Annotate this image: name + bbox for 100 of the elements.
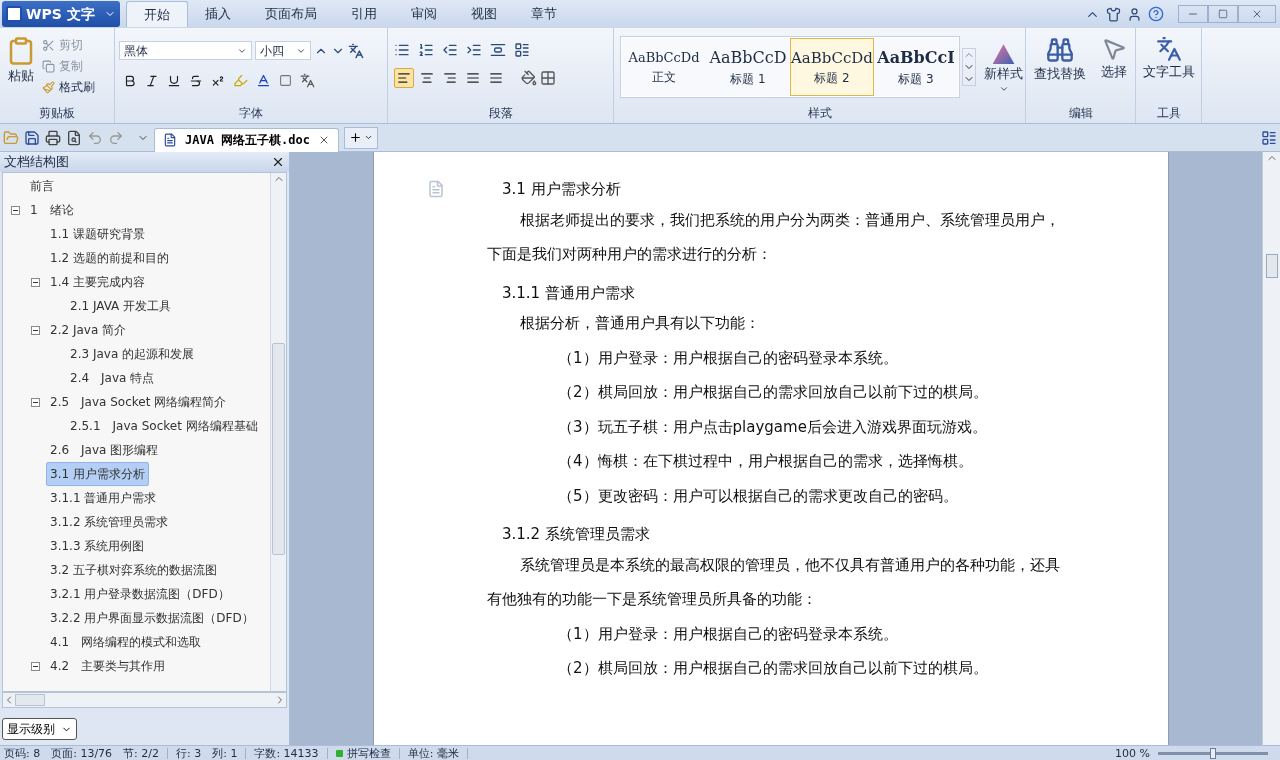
collapse-icon[interactable]: [31, 661, 40, 671]
outline-item[interactable]: 2.2 Java 简介: [46, 318, 131, 342]
document-tab[interactable]: JAVA 网络五子棋.doc: [154, 127, 340, 152]
align-button[interactable]: [394, 68, 414, 88]
style-item[interactable]: AaBbCcI 标题 3: [874, 38, 958, 96]
align-icon: [489, 71, 503, 85]
print-icon[interactable]: [45, 129, 61, 146]
strikethrough-icon[interactable]: [189, 73, 203, 88]
find-replace-button[interactable]: 查找替换: [1033, 36, 1086, 84]
numbered-list-icon[interactable]: [418, 42, 434, 58]
document-scrollbar[interactable]: [1262, 152, 1280, 745]
format-painter-button[interactable]: 格式刷: [42, 78, 95, 96]
outline-item[interactable]: 1.4 主要完成内容: [46, 270, 149, 294]
outline-item[interactable]: 3.2 五子棋对弈系统的数据流图: [46, 558, 221, 582]
ribbon-tab[interactable]: 引用: [334, 1, 394, 27]
outline-item[interactable]: 2.5.1 Java Socket 网络编程基础: [66, 414, 262, 438]
outline-item[interactable]: 3.1.3 系统用例图: [46, 534, 149, 558]
outline-item[interactable]: 3.2.2 用户界面显示数据流图（DFD）: [46, 606, 258, 630]
text-tools-button[interactable]: 文字工具: [1142, 36, 1195, 82]
outline-item[interactable]: 2.5 Java Socket 网络编程简介: [46, 390, 231, 414]
group-label: 字体: [238, 107, 264, 122]
collapse-icon[interactable]: [11, 205, 20, 215]
ribbon-tab[interactable]: 页面布局: [248, 1, 334, 27]
outline-item[interactable]: 3.1.2 系统管理员需求: [46, 510, 173, 534]
underline-icon[interactable]: [167, 73, 181, 88]
body-text: 根据老师提出的要求，我们把系统的用户分为两类：普通用户、系统管理员用户，: [520, 209, 1060, 230]
document-icon: [163, 133, 177, 147]
caret-icon: [364, 133, 374, 142]
vertical-scrollbar[interactable]: [270, 173, 286, 691]
list-item: （2）棋局回放：用户根据自己的需求回放自己以前下过的棋局。: [558, 658, 988, 679]
close-icon: [1251, 8, 1263, 20]
bullet-list-icon[interactable]: [394, 42, 410, 58]
close-icon[interactable]: [271, 155, 285, 169]
pane-title: 文档结构图: [4, 153, 69, 172]
font-size-dropdown[interactable]: 小四: [255, 41, 311, 60]
group-label: 段落: [487, 107, 514, 122]
shading-icon[interactable]: [521, 70, 537, 86]
outline-item[interactable]: 4.1 网络编程的模式和选取: [46, 630, 206, 654]
app-menu-button[interactable]: WPS 文字: [2, 1, 120, 27]
horizontal-scrollbar[interactable]: [2, 692, 287, 708]
print-preview-icon[interactable]: [66, 129, 82, 146]
collapse-icon[interactable]: [31, 397, 40, 407]
save-icon[interactable]: [24, 129, 40, 146]
ribbon-tab[interactable]: 开始: [126, 1, 188, 27]
scrollbar-thumb[interactable]: [15, 694, 45, 706]
outline-item[interactable]: 1.1 课题研究背景: [46, 222, 149, 246]
clear-format-icon[interactable]: [348, 42, 364, 59]
font-color-icon[interactable]: [256, 73, 271, 88]
ribbon-tab[interactable]: 章节: [514, 1, 574, 27]
borders-icon[interactable]: [540, 70, 556, 86]
outline-item[interactable]: 3.2.1 用户登录数据流图（DFD）: [46, 582, 234, 606]
bold-icon[interactable]: [123, 73, 137, 88]
indent-icon[interactable]: [466, 42, 482, 58]
paragraph-marker-icon: [427, 180, 445, 199]
select-button[interactable]: 选择: [1101, 36, 1128, 84]
app-logo-icon: [6, 6, 22, 22]
outline-item[interactable]: 4.2 主要类与其作用: [46, 654, 170, 678]
spacing-icon[interactable]: [490, 42, 506, 58]
scrollbar-thumb[interactable]: [1265, 254, 1278, 278]
outline-item[interactable]: 前言: [26, 174, 58, 198]
phonetic-icon[interactable]: [300, 73, 315, 88]
outline-item[interactable]: 2.6 Java 图形编程: [46, 438, 163, 462]
outline-item[interactable]: 3.1.1 普通用户需求: [46, 486, 161, 510]
style-item[interactable]: AaBbCcD 标题 1: [706, 38, 790, 96]
font-name-dropdown[interactable]: 黑体: [119, 41, 252, 60]
collapse-icon[interactable]: [31, 325, 40, 335]
ribbon-tab[interactable]: 审阅: [394, 1, 454, 27]
new-style-button[interactable]: 新样式: [984, 40, 1023, 94]
outline-item[interactable]: 1 绪论: [26, 198, 78, 222]
level-dropdown[interactable]: 显示级别: [2, 718, 77, 740]
new-tab-button[interactable]: [344, 126, 379, 149]
body-text: 系统管理员是本系统的最高权限的管理员，他不仅具有普通用户的各种功能，还具: [520, 554, 1060, 575]
shirt-icon[interactable]: [1106, 6, 1121, 22]
scissors-icon: [42, 38, 55, 52]
ribbon-tab[interactable]: 视图: [454, 1, 514, 27]
help-icon[interactable]: [1148, 6, 1164, 22]
style-item[interactable]: AaBbCcDd 标题 2: [790, 38, 874, 96]
spell-check-indicator[interactable]: 拼写检查: [335, 747, 400, 759]
group-label: 工具: [1155, 107, 1182, 122]
outline-item[interactable]: 2.1 JAVA 开发工具: [66, 294, 176, 318]
translate-icon: [1155, 36, 1182, 62]
italic-icon[interactable]: [145, 73, 159, 88]
zoom-slider-thumb[interactable]: [1210, 747, 1216, 759]
body-text: 有他独有的功能一下是系统管理员所具备的功能：: [487, 589, 817, 610]
list-item: （4）悔棋：在下棋过程中，用户根据自己的需求，选择悔棋。: [558, 451, 973, 472]
list-item: （5）更改密码：用户可以根据自己的需求更改自己的密码。: [558, 485, 958, 506]
outdent-icon[interactable]: [442, 42, 458, 58]
outline-item[interactable]: 1.2 选题的前提和目的: [46, 246, 173, 270]
section-heading: 3.1 用户需求分析: [502, 179, 621, 200]
ribbon-tab[interactable]: 插入: [188, 1, 248, 27]
outline-item[interactable]: 2.3 Java 的起源和发展: [66, 342, 199, 366]
scrollbar-thumb[interactable]: [272, 343, 285, 555]
style-item[interactable]: AaBbCcDd 正文: [622, 38, 706, 96]
collapse-icon[interactable]: [31, 277, 40, 287]
outline-item[interactable]: 3.1 用户需求分析: [46, 462, 149, 486]
outline-item[interactable]: 2.4 Java 特点: [66, 366, 159, 390]
window-layout-icon[interactable]: [1261, 129, 1277, 146]
user-icon[interactable]: [1127, 6, 1142, 22]
superscript-icon[interactable]: [211, 73, 225, 88]
paste-button[interactable]: 粘贴: [6, 36, 36, 107]
